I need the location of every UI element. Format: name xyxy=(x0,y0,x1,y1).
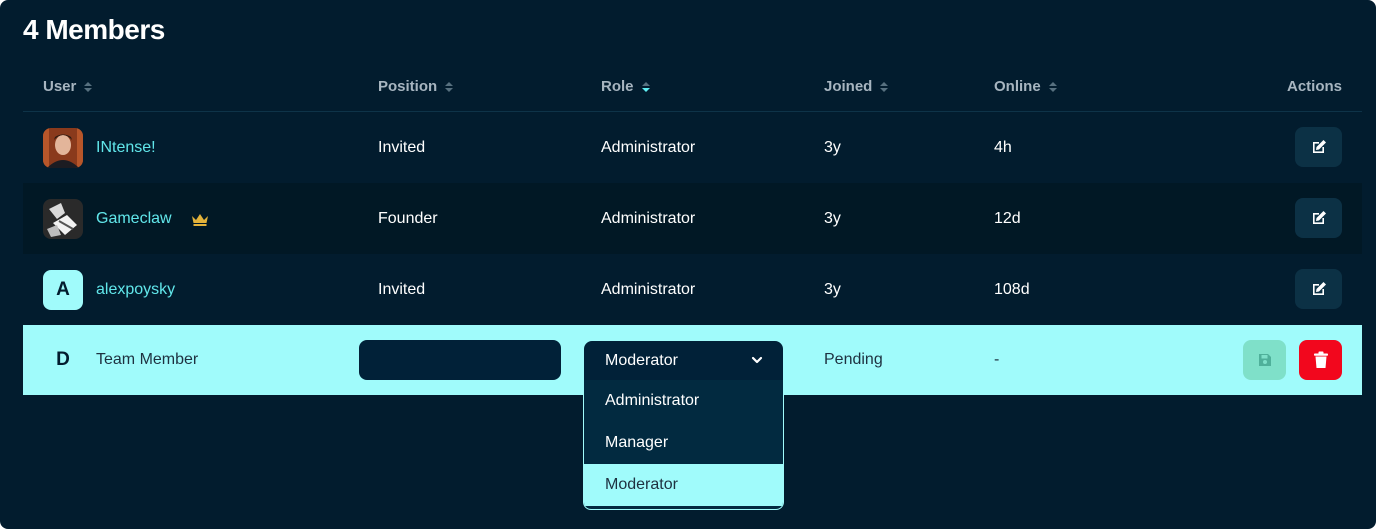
username: Team Member xyxy=(96,351,199,368)
online-cell: 4h xyxy=(994,138,1012,156)
members-panel: 4 Members User Position Role Joined Onli… xyxy=(0,0,1376,529)
avatar xyxy=(43,127,83,168)
role-cell: Administrator xyxy=(601,209,696,227)
user-cell: Gameclaw xyxy=(43,183,210,254)
sort-icon xyxy=(1048,81,1057,92)
joined-cell: 3y xyxy=(824,209,841,227)
column-label: User xyxy=(43,78,77,95)
avatar: A xyxy=(43,269,83,310)
role-select-value: Moderator xyxy=(605,352,678,369)
column-label: Position xyxy=(378,78,438,95)
table-row: INtense! Invited Administrator 3y 4h xyxy=(23,112,1362,183)
joined-cell: 3y xyxy=(824,280,841,298)
role-option-administrator[interactable]: Administrator xyxy=(584,380,783,422)
username[interactable]: alexpoysky xyxy=(96,281,175,299)
table-row: Gameclaw Founder Administrator 3y 12d xyxy=(23,183,1362,254)
position-cell: Founder xyxy=(378,209,438,227)
edit-icon xyxy=(1312,140,1326,153)
column-label: Online xyxy=(994,78,1041,95)
column-header-position[interactable]: Position xyxy=(378,78,454,95)
online-cell: 108d xyxy=(994,280,1030,298)
column-header-actions: Actions xyxy=(1287,78,1342,95)
members-table: User Position Role Joined Online Actions xyxy=(23,64,1362,395)
sort-icon xyxy=(84,81,93,92)
role-select[interactable]: Moderator xyxy=(584,341,783,381)
edit-button[interactable] xyxy=(1295,127,1342,167)
sort-icon xyxy=(880,81,889,92)
online-cell: 12d xyxy=(994,209,1021,227)
crown-icon xyxy=(191,213,208,226)
column-label: Role xyxy=(601,78,634,95)
joined-cell: Pending xyxy=(824,351,883,368)
avatar xyxy=(43,198,83,239)
username[interactable]: Gameclaw xyxy=(96,210,172,228)
edit-icon xyxy=(1312,211,1326,224)
user-cell: D Team Member xyxy=(43,325,198,395)
online-cell: - xyxy=(994,351,1000,368)
page-title: 4 Members xyxy=(23,14,165,45)
username[interactable]: INtense! xyxy=(96,139,156,157)
column-header-online[interactable]: Online xyxy=(994,78,1057,95)
position-cell: Invited xyxy=(378,280,426,298)
edit-button[interactable] xyxy=(1295,269,1342,309)
role-cell: Administrator xyxy=(601,280,696,298)
column-header-joined[interactable]: Joined xyxy=(824,78,889,95)
trash-icon xyxy=(1313,351,1328,368)
sort-icon xyxy=(445,81,454,92)
avatar: D xyxy=(56,349,70,370)
column-label: Actions xyxy=(1286,78,1342,95)
chevron-down-icon xyxy=(751,356,763,364)
delete-button[interactable] xyxy=(1299,340,1342,380)
joined-cell: 3y xyxy=(824,138,841,156)
table-header: User Position Role Joined Online Actions xyxy=(23,64,1362,112)
role-cell: Administrator xyxy=(601,138,696,156)
position-input[interactable] xyxy=(359,340,561,380)
user-cell: INtense! xyxy=(43,112,156,183)
save-icon xyxy=(1258,354,1271,366)
role-option-moderator[interactable]: Moderator xyxy=(584,464,783,506)
user-cell: A alexpoysky xyxy=(43,254,175,325)
save-button[interactable] xyxy=(1243,340,1286,380)
role-option-manager[interactable]: Manager xyxy=(584,422,783,464)
sort-descending-icon xyxy=(641,81,650,92)
edit-icon xyxy=(1312,282,1326,295)
column-header-user[interactable]: User xyxy=(43,78,93,95)
edit-button[interactable] xyxy=(1295,198,1342,238)
column-header-role[interactable]: Role xyxy=(601,78,650,95)
position-cell: Invited xyxy=(378,138,426,156)
table-row: A alexpoysky Invited Administrator 3y 10… xyxy=(23,254,1362,325)
role-dropdown-menu: Administrator Manager Moderator xyxy=(583,380,784,510)
column-label: Joined xyxy=(824,78,873,95)
